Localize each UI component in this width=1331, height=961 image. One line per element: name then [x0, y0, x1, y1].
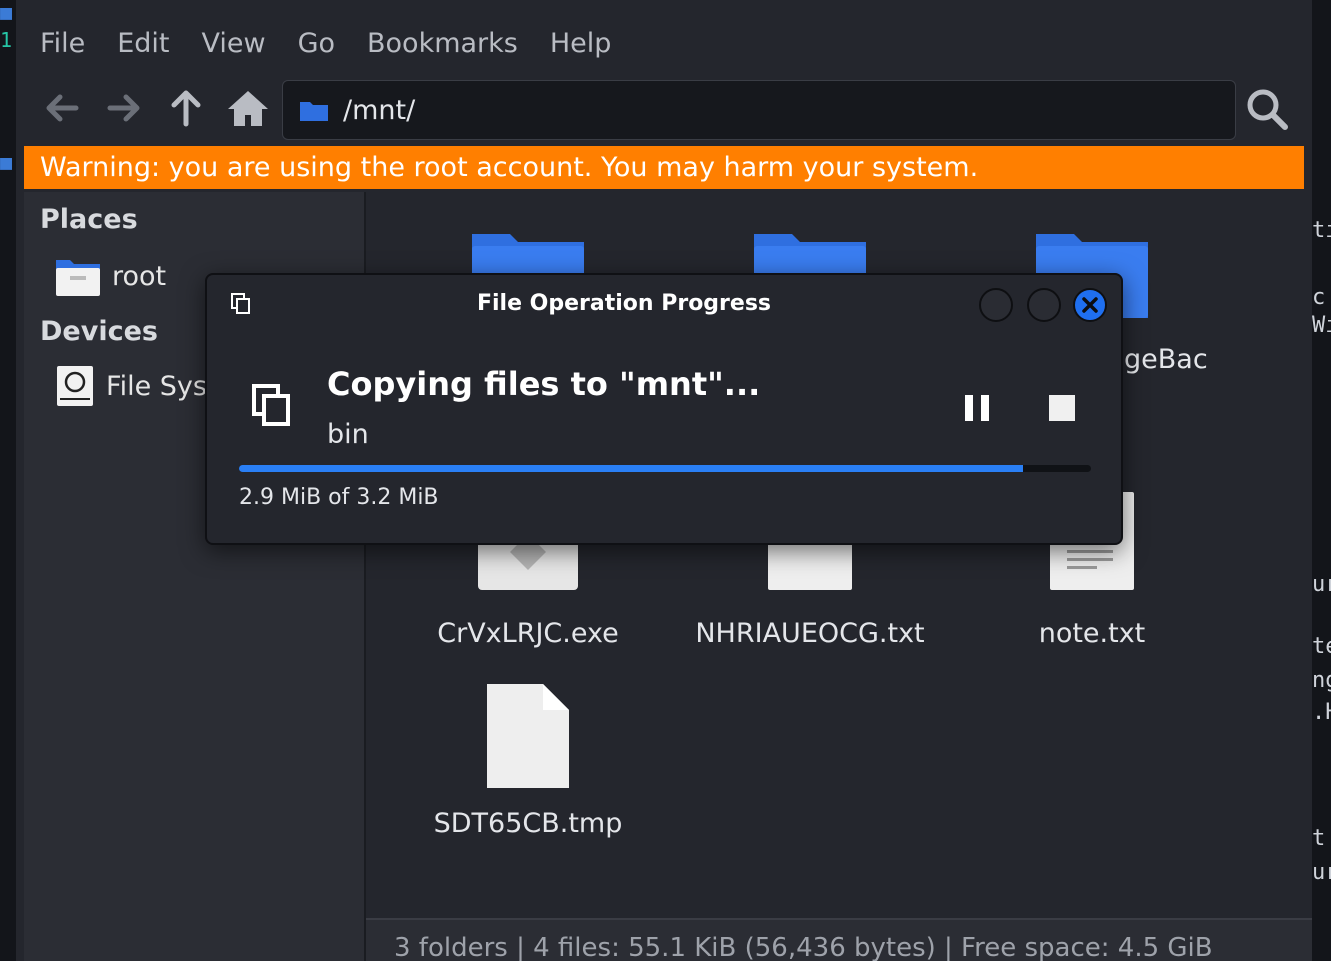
menubar: File Edit View Go Bookmarks Help [16, 18, 1312, 68]
location-path[interactable]: /mnt/ [343, 95, 415, 126]
copy-progress-bar [239, 465, 1091, 472]
menu-help[interactable]: Help [534, 28, 628, 59]
menu-go[interactable]: Go [282, 28, 351, 59]
search-button[interactable] [1242, 84, 1292, 134]
menu-bookmarks[interactable]: Bookmarks [351, 28, 534, 59]
progress-fill [239, 465, 1023, 472]
pause-icon [981, 395, 989, 421]
background-terminal-left: ■ 1. ■ [0, 0, 24, 961]
arrow-left-icon [46, 94, 79, 122]
file-item[interactable]: SDT65CB.tmp [408, 682, 648, 839]
up-button[interactable] [164, 86, 208, 130]
maximize-button[interactable] [1027, 288, 1061, 322]
file-name: note.txt [1038, 618, 1146, 649]
operation-heading: Copying files to "mnt"... [327, 365, 761, 403]
sidebar-item-label: root [112, 260, 167, 292]
background-terminal-right: ti c Wi ur te ng .H t ur [1312, 0, 1331, 961]
dialog-title: File Operation Progress [476, 291, 772, 316]
toolbar: /mnt/ [16, 72, 1312, 144]
folder-home-icon [56, 260, 100, 296]
pause-icon [965, 395, 973, 421]
pause-button[interactable] [959, 389, 995, 425]
sidebar-item-filesystem[interactable]: File Sys [56, 364, 207, 408]
devices-heading: Devices [40, 316, 158, 347]
root-warning-banner: Warning: you are using the root account.… [24, 146, 1304, 189]
folder-label: geBac [1124, 344, 1208, 375]
close-icon [1082, 297, 1098, 313]
folder-icon [300, 102, 328, 121]
sidebar-item-label: File Sys [106, 370, 207, 402]
stop-icon [1049, 395, 1075, 421]
menu-edit[interactable]: Edit [101, 28, 185, 59]
progress-size-text: 2.9 MiB of 3.2 MiB [239, 485, 439, 510]
sidebar-item-root[interactable]: root [56, 254, 166, 298]
location-bar[interactable]: /mnt/ [282, 80, 1236, 140]
arrow-right-icon [107, 94, 140, 122]
stop-button[interactable] [1045, 391, 1079, 425]
menu-view[interactable]: View [185, 28, 281, 59]
back-button[interactable] [40, 86, 84, 130]
minimize-button[interactable] [979, 288, 1013, 322]
menu-file[interactable]: File [16, 28, 101, 59]
copy-files-icon [252, 384, 290, 426]
file-operation-dialog: File Operation Progress Copying files to… [205, 273, 1123, 545]
search-icon [1247, 89, 1288, 130]
home-button[interactable] [226, 86, 270, 130]
forward-button[interactable] [102, 86, 146, 130]
file-name: CrVxLRJC.exe [437, 618, 619, 649]
places-heading: Places [40, 204, 138, 235]
file-name: SDT65CB.tmp [433, 808, 623, 839]
drive-icon [57, 366, 93, 406]
arrow-up-icon [171, 90, 201, 127]
blank-file-icon [487, 684, 569, 788]
close-button[interactable] [1073, 288, 1107, 322]
file-name: NHRIAUEOCG.txt [695, 618, 925, 649]
current-file-label: bin [327, 419, 369, 450]
status-bar: 3 folders | 4 files: 55.1 KiB (56,436 by… [366, 918, 1312, 961]
home-icon [228, 91, 268, 126]
